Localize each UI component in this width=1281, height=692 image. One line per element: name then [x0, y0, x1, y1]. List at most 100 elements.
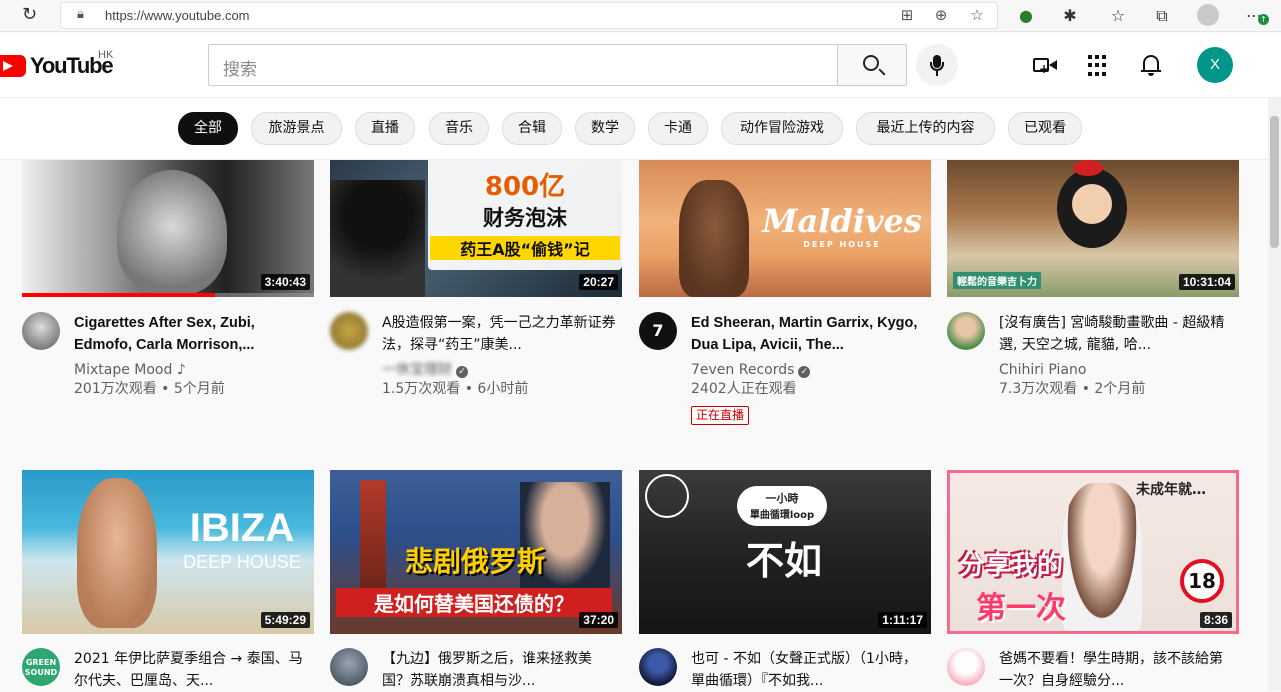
thumbnail-subtitle: 财务泡沫 — [483, 206, 567, 230]
video-title[interactable]: 爸媽不要看！學生時期，該不該給第一次？自身經驗分... — [999, 648, 1235, 692]
video-card[interactable]: IBIZA DEEP HOUSE 5:49:29 GREEN SOUND 202… — [22, 470, 314, 691]
search-icon — [863, 55, 879, 71]
category-chip-bar: 全部 旅游景点 直播 音乐 合辑 数学 卡通 动作冒险游戏 最近上传的内容 已观… — [0, 98, 1268, 160]
video-title[interactable]: [沒有廣告] 宮崎駿動畫歌曲 - 超級精選, 天空之城, 龍貓, 哈... — [999, 312, 1235, 356]
chip-mixes[interactable]: 合辑 — [502, 112, 562, 145]
thumbnail-title: 分享我的 — [958, 551, 1063, 581]
youtube-header: YouTube HK 搜索 + X — [0, 33, 1281, 98]
video-card[interactable]: Maldives DEEP HOUSE 7 Ed Sheeran, Martin… — [639, 160, 931, 425]
channel-name[interactable]: 一休宝理财 ✓ — [382, 361, 468, 380]
youtube-logo-icon[interactable] — [0, 55, 26, 77]
lock-icon[interactable]: 🔒︎ — [77, 7, 84, 22]
url-text[interactable]: https://www.youtube.com — [105, 8, 250, 23]
thumbnail-caption: 药王A股“偷钱”记 — [430, 236, 620, 260]
account-avatar[interactable]: X — [1197, 47, 1233, 83]
thumbnail-title: IBIZA — [189, 506, 295, 550]
thumbnail-title: 悲剧俄罗斯 — [404, 545, 545, 578]
thumbnail-caption: 輕鬆的音樂吉卜力 — [953, 272, 1041, 289]
favorite-add-icon[interactable]: ☆ — [967, 6, 987, 24]
thumbnail-subtitle: DEEP HOUSE — [183, 552, 301, 572]
app-available-icon[interactable]: ⊞ — [897, 6, 917, 24]
video-title[interactable]: 2021 年伊比萨夏季组合 → 泰国、马尔代夫、巴厘岛、天... — [74, 648, 310, 692]
channel-name[interactable]: Chihiri Piano — [999, 361, 1086, 380]
zoom-icon[interactable]: ⊕ — [931, 6, 951, 24]
video-title[interactable]: 【九边】俄罗斯之后，谁来拯救美国？苏联崩溃真相与沙... — [382, 648, 618, 692]
video-meta: 201万次观看 • 5个月前 — [74, 381, 225, 397]
video-thumbnail[interactable]: 800亿 财务泡沫 药王A股“偷钱”记 20:27 — [330, 160, 622, 297]
chip-all[interactable]: 全部 — [178, 112, 238, 145]
search-input[interactable]: 搜索 — [208, 44, 838, 86]
channel-name[interactable]: Mixtape Mood ♪ — [74, 361, 186, 380]
thumbnail-title: 不如 — [745, 539, 822, 583]
thumbnail-caption: 未成年就… — [1136, 482, 1206, 498]
chip-live[interactable]: 直播 — [355, 112, 415, 145]
channel-avatar[interactable] — [639, 648, 677, 686]
chip-watched[interactable]: 已观看 — [1008, 112, 1082, 145]
video-meta: 2402人正在观看 — [691, 381, 797, 397]
chip-travel[interactable]: 旅游景点 — [251, 112, 342, 145]
channel-avatar[interactable]: GREEN SOUND — [22, 648, 60, 686]
extensions-puzzle-icon[interactable]: ✱ — [1060, 6, 1080, 26]
video-thumbnail[interactable]: Maldives DEEP HOUSE — [639, 160, 931, 297]
verified-icon: ✓ — [456, 366, 468, 378]
watch-progress-bar — [22, 293, 314, 297]
video-card[interactable]: 800亿 财务泡沫 药王A股“偷钱”记 20:27 A股造假第一案，凭一己之力革… — [330, 160, 622, 410]
chip-music[interactable]: 音乐 — [429, 112, 489, 145]
collections-icon[interactable]: ⧉ — [1152, 6, 1172, 26]
chip-recently-uploaded[interactable]: 最近上传的内容 — [856, 112, 995, 145]
create-video-icon[interactable]: + — [1033, 55, 1057, 77]
video-thumbnail[interactable]: 未成年就… 分享我的 第一次 18 8:36 — [947, 470, 1239, 634]
video-title[interactable]: A股造假第一案，凭一己之力革新证券法，探寻“药王”康美... — [382, 312, 618, 356]
video-duration: 8:36 — [1199, 612, 1232, 628]
video-card[interactable]: 輕鬆的音樂吉卜力 10:31:04 [沒有廣告] 宮崎駿動畫歌曲 - 超級精選,… — [947, 160, 1239, 410]
channel-avatar[interactable] — [22, 312, 60, 350]
video-duration: 1:11:17 — [878, 612, 927, 628]
channel-name[interactable]: 7even Records ✓ — [691, 361, 811, 380]
watch-progress-fill — [22, 293, 215, 297]
search-button[interactable] — [837, 44, 907, 86]
video-duration: 3:40:43 — [260, 274, 310, 290]
voice-search-button[interactable] — [916, 44, 958, 86]
video-thumbnail[interactable]: 一小時 單曲循環loop 不如 1:11:17 — [639, 470, 931, 634]
browser-toolbar: ↻ 🔒︎ https://www.youtube.com ⊞ ⊕ ☆ ● ✱ ☆… — [0, 0, 1281, 32]
video-title[interactable]: 也可 - 不如（女聲正式版）（1小時，單曲循環）『不如我... — [691, 648, 927, 692]
video-card[interactable]: 3:40:43 Cigarettes After Sex, Zubi, Edmo… — [22, 160, 314, 410]
chip-math[interactable]: 数学 — [575, 112, 635, 145]
channel-avatar[interactable] — [330, 312, 368, 350]
notifications-bell-icon[interactable] — [1141, 55, 1165, 77]
video-thumbnail[interactable]: 輕鬆的音樂吉卜力 10:31:04 — [947, 160, 1239, 297]
age-restriction-icon: 18 — [1180, 559, 1224, 603]
video-title[interactable]: Cigarettes After Sex, Zubi, Edmofo, Carl… — [74, 312, 310, 356]
verified-icon: ✓ — [798, 366, 811, 378]
search-placeholder: 搜索 — [223, 60, 257, 80]
thumbnail-title: Maldives — [762, 202, 922, 240]
channel-avatar[interactable] — [330, 648, 368, 686]
video-card[interactable]: 悲剧俄罗斯 是如何替美国还债的？ 37:20 【九边】俄罗斯之后，谁来拯救美国？… — [330, 470, 622, 691]
channel-avatar[interactable] — [947, 312, 985, 350]
channel-avatar[interactable]: 7 — [639, 312, 677, 350]
extension-globe-icon[interactable]: ● — [1016, 6, 1036, 26]
address-bar[interactable]: 🔒︎ https://www.youtube.com ⊞ ⊕ ☆ — [60, 2, 998, 29]
favorites-icon[interactable]: ☆ — [1108, 6, 1128, 26]
video-title[interactable]: Ed Sheeran, Martin Garrix, Kygo, Dua Lip… — [691, 312, 927, 356]
video-thumbnail[interactable]: IBIZA DEEP HOUSE 5:49:29 — [22, 470, 314, 634]
video-thumbnail[interactable]: 悲剧俄罗斯 是如何替美国还债的？ 37:20 — [330, 470, 622, 634]
video-duration: 20:27 — [579, 274, 618, 290]
video-duration: 10:31:04 — [1178, 274, 1235, 290]
region-label: HK — [98, 49, 114, 61]
video-card[interactable]: 一小時 單曲循環loop 不如 1:11:17 也可 - 不如（女聲正式版）（1… — [639, 470, 931, 691]
browser-profile-icon[interactable] — [1197, 4, 1219, 26]
thumbnail-caption: 一小時 — [765, 492, 799, 505]
video-card[interactable]: 未成年就… 分享我的 第一次 18 8:36 爸媽不要看！學生時期，該不該給第一… — [947, 470, 1239, 691]
reload-icon[interactable]: ↻ — [22, 5, 42, 25]
chip-cartoon[interactable]: 卡通 — [648, 112, 708, 145]
apps-grid-icon[interactable] — [1088, 55, 1112, 77]
thumbnail-subtitle: DEEP HOUSE — [803, 240, 881, 249]
video-thumbnail[interactable]: 3:40:43 — [22, 160, 314, 297]
channel-avatar[interactable] — [947, 648, 985, 686]
page-scrollbar[interactable] — [1268, 98, 1281, 691]
video-duration: 37:20 — [579, 612, 618, 628]
thumbnail-headline: 800亿 — [484, 172, 566, 202]
live-badge: 正在直播 — [691, 406, 750, 425]
chip-action-adventure[interactable]: 动作冒险游戏 — [721, 112, 843, 145]
